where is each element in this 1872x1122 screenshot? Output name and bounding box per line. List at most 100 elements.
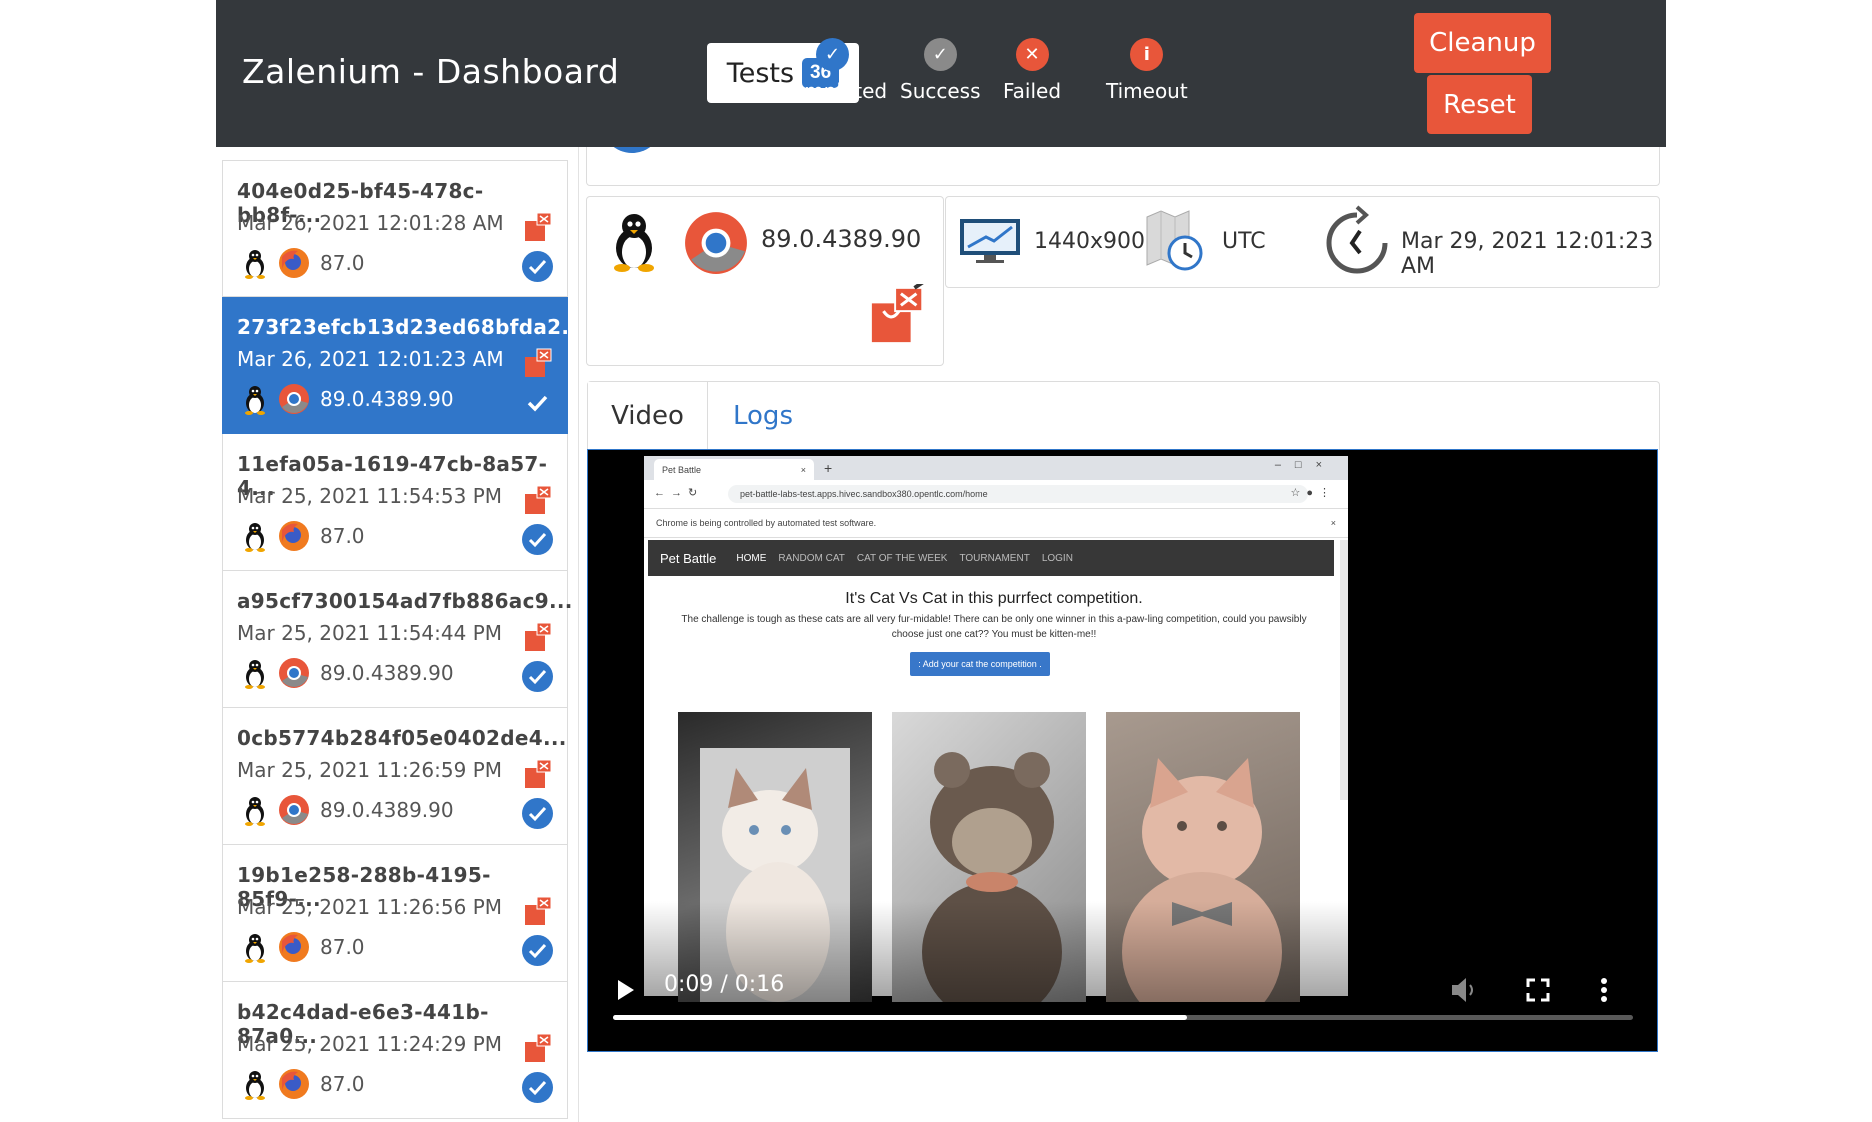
- retention-clock-icon: [1326, 205, 1388, 274]
- linux-tux-icon: [243, 796, 267, 826]
- completed-check-icon: [521, 250, 554, 283]
- filter-timeout[interactable]: i Timeout: [1106, 38, 1188, 103]
- browser-version: 89.0.4389.90: [320, 661, 454, 685]
- test-id: a95cf7300154ad7fb886ac9...: [237, 589, 573, 613]
- environment-info-card: 1440x900 UTC Mar 29, 2021 12:01:23 AM: [945, 196, 1660, 288]
- dashboard-title: Zalenium - Dashboard: [242, 52, 620, 91]
- completed-check-icon: [521, 660, 554, 693]
- chrome-icon: [278, 657, 310, 689]
- browser-tab-title: Pet Battle: [662, 464, 702, 475]
- browser-url: pet-battle-labs-test.apps.hivec.sandbox3…: [728, 485, 1308, 503]
- filter-failed[interactable]: ✕ Failed: [1003, 38, 1061, 103]
- retained-bag-icon: [523, 621, 555, 653]
- nav-home: HOME: [736, 552, 767, 564]
- volume-muted-icon[interactable]: [1450, 976, 1480, 1004]
- video-time: 0:09 / 0:16: [664, 972, 785, 997]
- firefox-icon: [278, 247, 310, 279]
- completed-check-icon: [521, 797, 554, 830]
- test-list-sidebar: 404e0d25-bf45-478c-bb8f-... Mar 26, 2021…: [216, 147, 579, 1122]
- new-tab-icon: +: [824, 460, 833, 476]
- filter-timeout-label: Timeout: [1106, 79, 1188, 103]
- petbattle-description: The challenge is tough as these cats are…: [681, 614, 1307, 640]
- success-check-icon: ✓: [923, 38, 957, 71]
- browser-version: 89.0.4389.90: [761, 225, 922, 253]
- browser-version: 87.0: [320, 524, 365, 548]
- retained-bag-icon: [523, 1032, 555, 1064]
- test-id: 0cb5774b284f05e0402de4...: [237, 726, 567, 750]
- retained-bag-icon[interactable]: [868, 284, 930, 346]
- screen-resolution-icon: [960, 219, 1020, 263]
- linux-tux-icon: [243, 659, 267, 689]
- completed-check-icon: [521, 934, 554, 967]
- test-list-item[interactable]: 404e0d25-bf45-478c-bb8f-... Mar 26, 2021…: [222, 160, 568, 297]
- timezone-icon: [1146, 210, 1203, 271]
- nav-login: LOGIN: [1041, 552, 1073, 564]
- play-icon[interactable]: [616, 979, 636, 1001]
- test-date: Mar 25, 2021 11:54:53 PM: [237, 484, 503, 508]
- add-cat-button: : Add your cat the competition .: [910, 652, 1050, 676]
- retained-bag-icon: [523, 347, 555, 379]
- chrome-icon: [278, 383, 310, 415]
- completed-check-icon: [521, 386, 554, 419]
- linux-tux-icon: [614, 214, 654, 272]
- browser-version: 87.0: [320, 1072, 365, 1096]
- screen-resolution: 1440x900: [1034, 229, 1145, 254]
- completed-check-icon: ✓: [816, 38, 850, 71]
- test-date: Mar 25, 2021 11:54:44 PM: [237, 621, 503, 645]
- browser-version: 89.0.4389.90: [320, 387, 454, 411]
- test-date: Mar 25, 2021 11:24:29 PM: [237, 1032, 503, 1056]
- firefox-icon: [278, 931, 310, 963]
- cleanup-button[interactable]: Cleanup: [1414, 13, 1551, 73]
- test-date: Mar 25, 2021 11:26:56 PM: [237, 895, 503, 919]
- browser-version: 87.0: [320, 935, 365, 959]
- page-scrollbar: [1340, 540, 1348, 800]
- test-list-item[interactable]: 0cb5774b284f05e0402de4... Mar 25, 2021 1…: [222, 708, 568, 845]
- test-id: 273f23efcb13d23ed68bfda2...: [237, 315, 579, 339]
- browser-tab: Pet Battle ×: [654, 459, 814, 480]
- petbattle-brand: Pet Battle: [660, 550, 717, 566]
- browser-info-card: 89.0.4389.90: [586, 196, 944, 366]
- browser-version: 87.0: [320, 251, 365, 275]
- browser-menu-icon: ☆●⋮: [1290, 487, 1336, 499]
- timezone: UTC: [1222, 229, 1266, 254]
- retention-date: Mar 29, 2021 12:01:23 AM: [1401, 229, 1654, 279]
- browser-tabbar: Pet Battle × + –□×: [644, 456, 1348, 480]
- automation-infobar: Chrome is being controlled by automated …: [644, 509, 1348, 538]
- test-list-item[interactable]: b42c4dad-e6e3-441b-87a0... Mar 25, 2021 …: [222, 982, 568, 1119]
- automation-infobar-text: Chrome is being controlled by automated …: [656, 518, 877, 528]
- petbattle-navbar: Pet Battle HOME RANDOM CAT CAT OF THE WE…: [648, 540, 1334, 576]
- reset-button[interactable]: Reset: [1427, 75, 1532, 134]
- linux-tux-icon: [243, 933, 267, 963]
- fullscreen-icon[interactable]: [1526, 978, 1550, 1002]
- chrome-icon: [685, 212, 747, 274]
- nav-arrows-icon: ←→↻: [654, 487, 704, 499]
- test-list-item[interactable]: 273f23efcb13d23ed68bfda2... Mar 26, 2021…: [222, 297, 578, 434]
- filter-failed-label: Failed: [1003, 79, 1062, 103]
- filter-success-label: Success: [900, 79, 981, 103]
- tab-close-icon: ×: [800, 464, 806, 475]
- test-list-item[interactable]: a95cf7300154ad7fb886ac9... Mar 25, 2021 …: [222, 571, 572, 708]
- test-list-item[interactable]: 11efa05a-1619-47cb-8a57-4... Mar 25, 202…: [222, 434, 568, 571]
- nav-cat-of-week: CAT OF THE WEEK: [856, 552, 948, 564]
- filter-completed[interactable]: ✓ Completed: [778, 38, 887, 103]
- tab-video[interactable]: Video: [588, 382, 708, 450]
- failed-cross-icon: ✕: [1015, 38, 1049, 71]
- tab-logs[interactable]: Logs: [708, 382, 818, 450]
- more-options-icon[interactable]: [1599, 977, 1609, 1003]
- video-progress-bar[interactable]: [613, 1015, 1633, 1020]
- test-date: Mar 26, 2021 12:01:28 AM: [237, 211, 504, 235]
- detail-tabs: Video Logs: [587, 381, 1660, 450]
- video-player[interactable]: Pet Battle × + –□× ←→↻ pet-battle-labs-t…: [587, 449, 1658, 1052]
- window-controls-icon: –□×: [1274, 459, 1336, 471]
- filter-completed-label: Completed: [778, 79, 888, 103]
- retained-bag-icon: [523, 895, 555, 927]
- completed-check-icon: [521, 1071, 554, 1104]
- test-list-item[interactable]: 19b1e258-288b-4195-85f9-... Mar 25, 2021…: [222, 845, 568, 982]
- firefox-icon: [278, 1068, 310, 1100]
- petbattle-heading: It's Cat Vs Cat in this purrfect competi…: [845, 590, 1143, 607]
- retained-bag-icon: [523, 758, 555, 790]
- retained-bag-icon: [523, 211, 555, 243]
- linux-tux-icon: [243, 522, 267, 552]
- filter-success[interactable]: ✓ Success: [900, 38, 981, 103]
- chrome-icon: [278, 794, 310, 826]
